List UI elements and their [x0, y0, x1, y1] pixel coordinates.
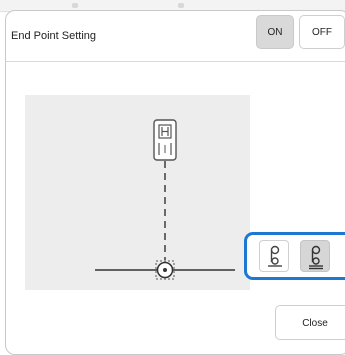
dialog-title: End Point Setting — [11, 30, 97, 42]
option-presser-foot-stop-underline[interactable] — [300, 240, 330, 272]
close-button[interactable]: Close — [275, 305, 345, 340]
presser-foot-stop-icon — [268, 245, 282, 267]
end-point-option-selector — [244, 232, 345, 280]
presser-foot-stop-underline-icon — [309, 245, 323, 270]
off-button[interactable]: OFF — [299, 15, 345, 49]
end-point-marker-icon — [155, 260, 175, 280]
end-point-preview — [25, 95, 250, 290]
strip-mark — [72, 3, 78, 8]
option-presser-foot-stop[interactable] — [259, 240, 289, 272]
presser-foot-icon — [153, 119, 177, 161]
preview-graphic — [95, 119, 235, 280]
on-button[interactable]: ON — [256, 15, 294, 49]
dialog-header: End Point Setting — [6, 11, 345, 62]
strip-mark — [178, 3, 184, 8]
